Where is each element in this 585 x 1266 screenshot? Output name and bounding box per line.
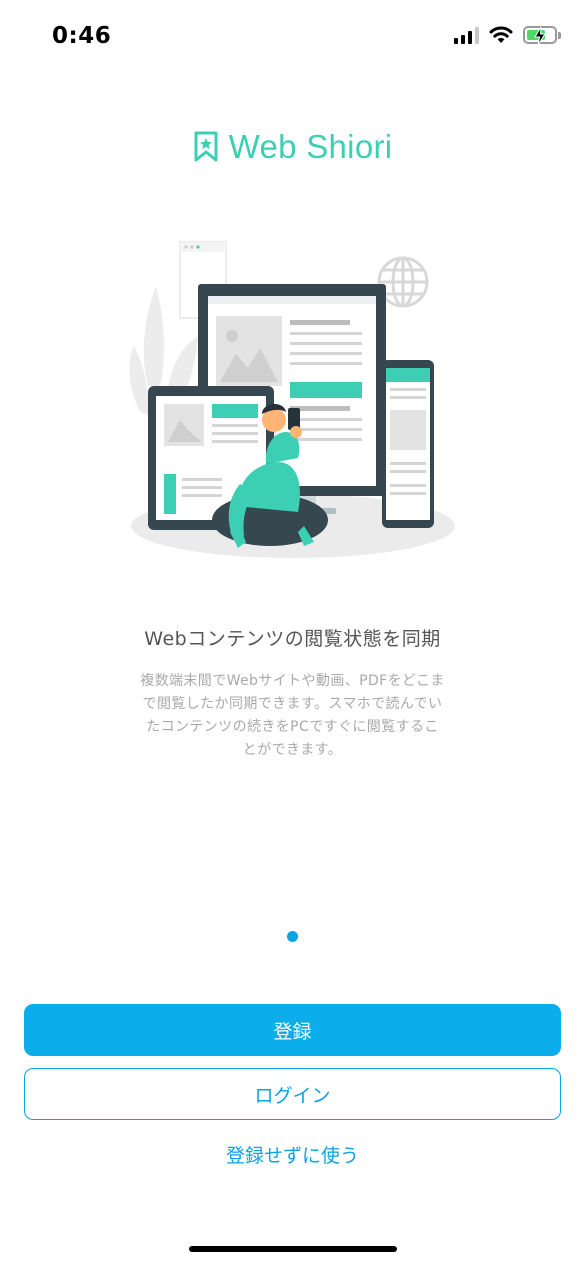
onboarding-headline: Webコンテンツの閲覧状態を同期 <box>144 628 441 650</box>
app-name: Web Shiori <box>228 128 393 165</box>
onboarding-description: 複数端末間でWebサイトや動画、PDFをどこま で閲覧したか同期できます。スマホ… <box>120 670 465 762</box>
description-line: 複数端末間でWebサイトや動画、PDFをどこま <box>140 673 445 689</box>
description-line: とができます。 <box>242 742 343 758</box>
register-button[interactable]: 登録 <box>24 1004 561 1056</box>
page-indicator-dot[interactable] <box>287 931 298 942</box>
description-line: たコンテンツの続きをPCですぐに閲覧するこ <box>146 719 439 735</box>
multi-device-illustration <box>129 241 455 558</box>
battery-charging-icon <box>523 26 561 45</box>
home-indicator[interactable] <box>189 1246 397 1252</box>
wifi-icon <box>489 26 513 43</box>
status-time: 0:46 <box>52 23 112 49</box>
bookmark-star-icon <box>194 131 218 162</box>
login-button[interactable]: ログイン <box>24 1068 561 1120</box>
description-line: で閲覧したか同期できます。スマホで読んでい <box>142 696 443 712</box>
app-logo: Web Shiori <box>0 128 585 166</box>
cellular-signal-icon <box>454 26 479 44</box>
use-without-registering-link[interactable]: 登録せずに使う <box>0 1141 585 1168</box>
status-icons <box>454 26 561 45</box>
status-bar: 0:46 <box>0 0 585 76</box>
